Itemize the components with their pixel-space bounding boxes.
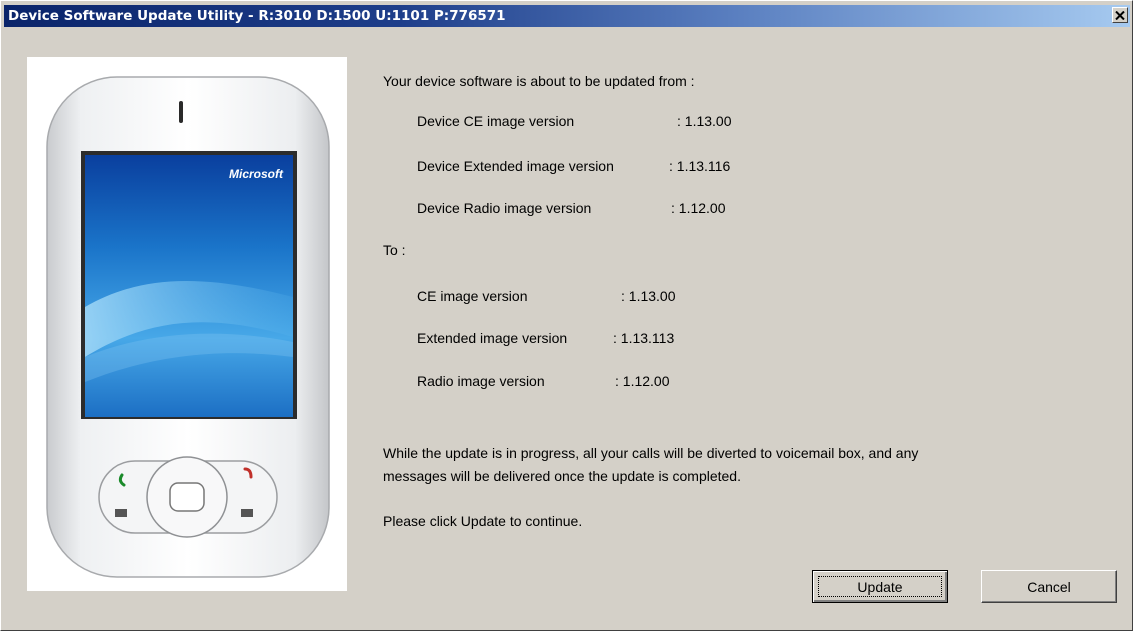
current-intro: Your device software is about to be upda… [383, 73, 695, 89]
current-radio-label: Device Radio image version [417, 200, 592, 216]
update-button[interactable]: Update [812, 570, 948, 603]
target-ce-value: : 1.13.00 [621, 288, 676, 304]
target-extended-label: Extended image version [417, 330, 568, 346]
instruction-text: Please click Update to continue. [383, 513, 583, 529]
close-icon [1115, 10, 1125, 20]
brand-text: Microsoft [229, 167, 284, 181]
target-extended-value: : 1.13.113 [613, 330, 675, 346]
notice-line-2: messages will be delivered once the upda… [383, 468, 741, 484]
cancel-button-label: Cancel [1027, 578, 1071, 595]
window-title: Device Software Update Utility - R:3010 … [8, 8, 506, 24]
target-intro: To : [383, 242, 406, 258]
current-extended-value: : 1.13.116 [669, 158, 731, 174]
target-radio-value: : 1.12.00 [615, 373, 670, 389]
current-ce-value: : 1.13.00 [677, 113, 732, 129]
cancel-button[interactable]: Cancel [981, 570, 1117, 603]
device-image: Microsoft [27, 57, 347, 591]
current-ce-label: Device CE image version [417, 113, 575, 129]
update-dialog: Device Software Update Utility - R:3010 … [0, 0, 1133, 631]
notice-line-1: While the update is in progress, all you… [383, 445, 919, 461]
pocket-pc-illustration: Microsoft [46, 76, 330, 578]
focus-rectangle [818, 576, 942, 597]
current-radio-value: : 1.12.00 [671, 200, 726, 216]
target-ce-label: CE image version [417, 288, 528, 304]
current-extended-label: Device Extended image version [417, 158, 614, 174]
close-button[interactable] [1112, 7, 1128, 23]
target-radio-label: Radio image version [417, 373, 545, 389]
title-bar[interactable]: Device Software Update Utility - R:3010 … [4, 5, 1130, 27]
